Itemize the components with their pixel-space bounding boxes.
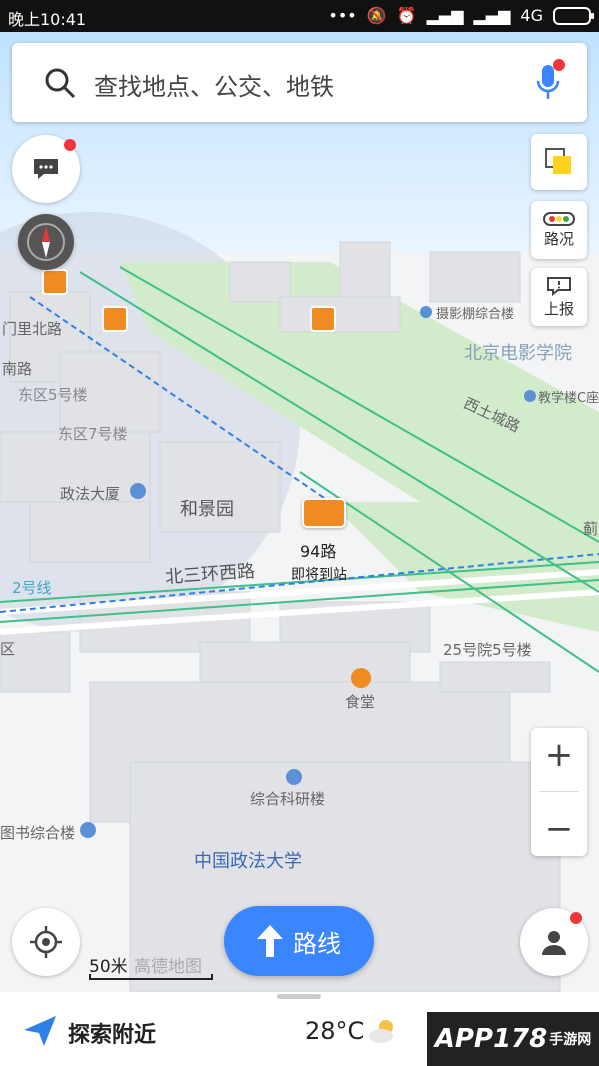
locate-icon	[30, 926, 62, 958]
poi-icon	[130, 483, 146, 499]
map-label-road[interactable]: 门里北路	[2, 318, 62, 339]
signal-icon: ▂▄▆	[426, 6, 464, 25]
map-watermark-text: 高德地图	[134, 957, 202, 977]
notification-dot	[570, 912, 582, 924]
map-label-road[interactable]: 蓟	[583, 518, 598, 539]
drag-handle[interactable]	[277, 994, 321, 999]
report-icon	[547, 276, 571, 296]
watermark-sub: 手游网	[549, 1032, 592, 1048]
compass-icon	[27, 223, 65, 261]
mute-bell-icon: 🔕	[366, 6, 387, 25]
poi-icon	[524, 390, 536, 402]
route-arrow-icon	[257, 925, 283, 957]
poi-icon	[286, 769, 302, 785]
battery-icon	[553, 6, 594, 25]
notification-dot	[64, 139, 76, 151]
bus-status-label: 即将到站	[291, 567, 347, 583]
status-bar: 晚上10:41 ••• 🔕 ⏰ ▂▄▆ ▂▄▆ 4G	[0, 0, 599, 32]
temperature-label: 28°C	[305, 1017, 365, 1045]
partly-cloudy-icon	[369, 1020, 393, 1043]
layers-button[interactable]	[531, 134, 587, 190]
message-button[interactable]	[12, 135, 80, 203]
restaurant-icon	[351, 668, 371, 688]
map-label-building[interactable]: 东区5号楼	[18, 384, 88, 405]
zoom-controls: + −	[531, 728, 587, 856]
watermark-logo: APP178 手游网	[427, 1012, 599, 1066]
status-time: 晚上10:41	[8, 10, 87, 29]
more-dots-icon: •••	[328, 6, 357, 25]
map-label-building[interactable]: 教学楼C座	[538, 387, 599, 406]
alarm-icon: ⏰	[396, 6, 417, 25]
user-icon	[542, 931, 566, 955]
poi-icon	[80, 822, 96, 838]
map-label-building[interactable]: 摄影棚综合楼	[436, 303, 514, 322]
watermark-main: APP178	[434, 1024, 548, 1054]
map-view[interactable]: 门里北路 南路 东区5号楼 东区7号楼 政法大厦 和景园 摄影棚综合楼 北京电影…	[0, 32, 599, 992]
search-input[interactable]: 查找地点、公交、地铁	[94, 67, 334, 102]
search-icon	[45, 68, 76, 99]
bus-stop-icon[interactable]	[310, 306, 336, 332]
traffic-button[interactable]: 路况	[531, 201, 587, 259]
layers-icon	[545, 148, 571, 174]
network-type: 4G	[520, 6, 543, 25]
zoom-in-button[interactable]: +	[545, 738, 574, 772]
map-label-area[interactable]: 北京电影学院	[464, 339, 572, 365]
profile-button[interactable]	[520, 908, 588, 976]
map-label-building[interactable]: 综合科研楼	[250, 788, 325, 809]
compass-button[interactable]	[18, 214, 74, 270]
map-label-building[interactable]: 图书综合楼	[0, 822, 75, 843]
map-label-area[interactable]: 区	[0, 638, 15, 659]
explore-nearby-label[interactable]: 探索附近	[68, 1017, 156, 1049]
bus-marker[interactable]	[302, 498, 346, 528]
search-bar[interactable]: 查找地点、公交、地铁	[12, 43, 587, 122]
route-button-label: 路线	[293, 929, 341, 958]
traffic-label: 路况	[543, 229, 574, 248]
navigation-arrow-icon	[24, 1016, 56, 1046]
route-button[interactable]: 路线	[224, 906, 374, 976]
notification-dot	[553, 59, 565, 71]
status-icons: ••• 🔕 ⏰ ▂▄▆ ▂▄▆ 4G	[328, 6, 594, 25]
map-label-area[interactable]: 和景园	[180, 495, 234, 521]
chat-bubble-icon	[34, 159, 58, 179]
report-button[interactable]: 上报	[531, 268, 587, 326]
map-label-building[interactable]: 25号院5号楼	[443, 639, 532, 660]
traffic-light-icon	[543, 211, 575, 226]
poi-icon	[420, 306, 432, 318]
map-label-subway[interactable]: 2号线	[12, 577, 52, 598]
map-label-building[interactable]: 政法大厦	[60, 483, 120, 504]
bus-route-label: 94路	[300, 542, 337, 561]
signal-icon-2: ▂▄▆	[473, 6, 511, 25]
map-label-campus[interactable]: 中国政法大学	[194, 847, 302, 873]
map-label-road[interactable]: 南路	[2, 358, 32, 379]
report-label: 上报	[543, 299, 574, 318]
zoom-divider	[539, 791, 579, 793]
zoom-out-button[interactable]: −	[545, 812, 574, 846]
map-label-building[interactable]: 东区7号楼	[58, 423, 128, 444]
map-label-poi[interactable]: 食堂	[345, 691, 375, 712]
bus-stop-icon[interactable]	[42, 269, 68, 295]
locate-button[interactable]	[12, 908, 80, 976]
bus-stop-icon[interactable]	[102, 306, 128, 332]
